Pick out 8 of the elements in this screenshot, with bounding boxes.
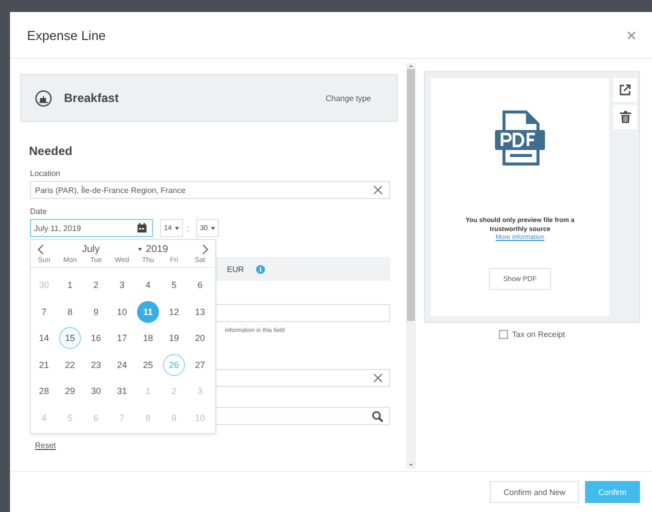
dialog-title: Expense Line (27, 28, 106, 42)
field-label: Location (30, 169, 62, 178)
field-label: Date (30, 207, 48, 216)
expense-type-name: Breakfast (64, 91, 120, 105)
section-heading: Needed (29, 144, 74, 158)
time-separator: : (186, 224, 190, 232)
currency-code: EUR (227, 264, 244, 274)
checkbox-label: Tax on Receipt (512, 330, 565, 339)
